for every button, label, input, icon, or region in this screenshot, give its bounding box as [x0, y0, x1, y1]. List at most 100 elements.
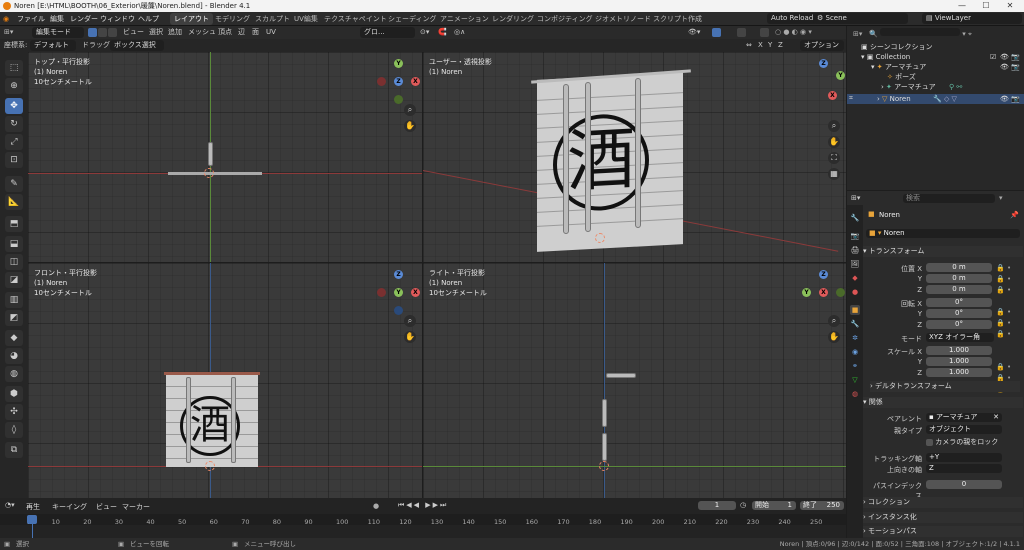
mirror-y[interactable]: Y — [768, 39, 772, 52]
menu-render[interactable]: レンダー — [70, 12, 98, 26]
tab-uv[interactable]: UV編集 — [290, 13, 322, 25]
camera-render-icon[interactable]: 📷 — [1011, 62, 1020, 72]
zoom-icon[interactable]: ⌕ — [828, 120, 840, 132]
camera-render-icon[interactable]: 📷 — [1011, 94, 1020, 104]
proportional-icon[interactable]: ◎∧ — [454, 26, 465, 39]
physics-tab-icon[interactable]: ◉ — [850, 347, 860, 357]
tab-layout[interactable]: レイアウト — [170, 13, 213, 25]
gizmo-y-icon[interactable]: Y — [836, 71, 845, 80]
add-cube-tool-icon[interactable]: ⬒ — [5, 216, 23, 232]
smooth-tool-icon[interactable]: ◍ — [5, 366, 23, 382]
scale-z-field[interactable]: 1.000 — [926, 368, 992, 377]
parent-type-dropdown[interactable]: オブジェクト — [926, 425, 1002, 434]
section-collection[interactable]: › コレクション — [863, 497, 1023, 508]
blender-menu-icon[interactable]: ◉ — [3, 12, 9, 26]
menu-edge[interactable]: 辺 — [238, 26, 245, 39]
timeline-editor-icon[interactable]: ◔▾ — [5, 501, 15, 509]
viewport-top[interactable]: トップ・平行投影 (1) Noren 10センチメートル Y Z X ⌕ ✋ — [28, 52, 422, 262]
tab-shading[interactable]: シェーディング — [384, 13, 441, 25]
menu-add[interactable]: 追加 — [168, 26, 182, 39]
menu-face[interactable]: 面 — [252, 26, 259, 39]
location-x-field[interactable]: 0 m — [926, 263, 992, 272]
menu-edit[interactable]: 編集 — [50, 12, 64, 26]
menu-file[interactable]: ファイル — [17, 12, 45, 26]
tab-animation[interactable]: アニメーション — [436, 13, 493, 25]
camera-render-icon[interactable]: 📷 — [1011, 52, 1020, 62]
overlay-toggle-icon[interactable] — [737, 28, 746, 37]
menu-view[interactable]: ビュー — [123, 26, 144, 39]
tab-rendering[interactable]: レンダリング — [488, 13, 538, 25]
close-window-button[interactable]: ✕ — [998, 0, 1022, 12]
menu-select[interactable]: 選択 — [149, 26, 163, 39]
loop-cut-tool-icon[interactable]: ▥ — [5, 292, 23, 308]
mode-dropdown[interactable]: 編集モード — [32, 27, 84, 38]
camera-icon[interactable]: ⛶ — [828, 152, 840, 164]
gizmo-neg-z-icon[interactable] — [394, 306, 403, 315]
pan-hand-icon[interactable]: ✋ — [828, 331, 840, 343]
gizmo-x-icon[interactable]: X — [828, 91, 837, 100]
scale-y-field[interactable]: 1.000 — [926, 357, 992, 366]
render-tab-icon[interactable]: 📷 — [850, 231, 860, 241]
gizmo-z-icon[interactable]: Z — [394, 270, 403, 279]
snap-icon[interactable]: 🧲 — [438, 26, 447, 39]
section-delta-transform[interactable]: › デルタトランスフォーム — [870, 381, 1020, 392]
props-editor-icon[interactable]: ⊞▾ — [851, 194, 860, 202]
viewport-right[interactable]: ライト・平行投影 (1) Noren 10センチメートル Z Y X ⌕ ✋ — [423, 263, 846, 498]
viewport-front[interactable]: フロント・平行投影 (1) Noren 10センチメートル 酒 Z Y X ⌕ … — [28, 263, 422, 498]
poly-build-tool-icon[interactable]: ◆ — [5, 330, 23, 346]
scale-tool-icon[interactable]: ⤢ — [5, 134, 23, 150]
select-tool-icon[interactable]: ⬚ — [5, 60, 23, 76]
scene-selector[interactable]: ⚙ Scene — [813, 13, 908, 24]
editor-type-icon[interactable]: ⊞▾ — [4, 26, 13, 39]
current-frame-field[interactable]: 1 — [698, 501, 736, 510]
gizmo-x-icon[interactable]: X — [411, 77, 420, 86]
outliner-armature[interactable]: ▾ ✦ アーマチュア 👁 📷 — [847, 62, 1024, 72]
menu-keying[interactable]: キーイング — [52, 502, 87, 512]
pass-index-field[interactable]: 0 — [926, 480, 1002, 489]
extra-tool-icon[interactable]: ⧉ — [5, 442, 23, 458]
vertex-select-icon[interactable] — [88, 28, 97, 37]
menu-marker[interactable]: マーカー — [122, 502, 150, 512]
shear-tool-icon[interactable]: ✣ — [5, 404, 23, 420]
clear-parent-icon[interactable]: ✕ — [993, 413, 999, 422]
spin-tool-icon[interactable]: ◕ — [5, 348, 23, 364]
gizmo-z-icon[interactable]: Z — [819, 270, 828, 279]
menu-timeline-view[interactable]: ビュー — [96, 502, 117, 512]
transform-tool-icon[interactable]: ⊡ — [5, 152, 23, 168]
rotation-mode-dropdown[interactable]: XYZ オイラー角 — [926, 333, 994, 342]
camera-parent-lock-checkbox[interactable]: カメラの親をロック — [926, 437, 998, 447]
outliner-noren[interactable]: › ▽ Noren 🔧 ◇ ▽ 👁 📷 — [847, 94, 1024, 104]
gizmo-x-icon[interactable]: X — [819, 288, 828, 297]
scene-tab-icon[interactable]: ◆ — [850, 273, 860, 283]
scale-x-field[interactable]: 1.000 — [926, 346, 992, 355]
gizmo-neg-y-icon[interactable] — [394, 95, 403, 104]
auto-reload-button[interactable]: Auto Reload — [767, 13, 818, 24]
nav-gizmo[interactable]: Z Y X — [798, 268, 846, 318]
section-instancing[interactable]: › インスタンス化 — [863, 512, 1023, 523]
measure-tool-icon[interactable]: 📐 — [5, 194, 23, 210]
mirror-icon[interactable]: ⇔ — [746, 39, 752, 52]
tab-compositing[interactable]: コンポジティング — [533, 13, 597, 25]
inset-tool-icon[interactable]: ◫ — [5, 254, 23, 270]
track-axis-dropdown[interactable]: +Y — [926, 453, 1002, 462]
outliner-pose[interactable]: ✧ ポーズ — [847, 72, 1024, 82]
props-options-icon[interactable]: ▾ — [999, 194, 1003, 202]
face-select-icon[interactable] — [108, 28, 117, 37]
outliner-collection[interactable]: ▾ ▣ Collection ☑ 👁 📷 — [847, 52, 1024, 62]
maximize-button[interactable]: ☐ — [974, 0, 998, 12]
pan-hand-icon[interactable]: ✋ — [404, 331, 416, 343]
pin-icon[interactable]: 📌 — [1010, 211, 1019, 219]
shading-modes-icon[interactable]: ○ ● ◐ ◉ ▾ — [775, 26, 812, 39]
extrude-tool-icon[interactable]: ⬓ — [5, 236, 23, 252]
knife-tool-icon[interactable]: ◩ — [5, 310, 23, 326]
playback-controls[interactable]: ⏮◀◀ ▶▶⏭ — [398, 501, 448, 510]
gizmo-y-icon[interactable]: Y — [394, 59, 403, 68]
tool-tab-icon[interactable]: 🔧 — [850, 213, 860, 223]
view-layer-tab-icon[interactable]: 🖼 — [850, 259, 860, 269]
minimize-button[interactable]: — — [950, 0, 974, 12]
tab-modeling[interactable]: モデリング — [211, 13, 254, 25]
gizmo-z-icon[interactable]: Z — [394, 77, 403, 86]
zoom-icon[interactable]: ⌕ — [404, 315, 416, 327]
particles-tab-icon[interactable]: ✲ — [850, 333, 860, 343]
record-icon[interactable]: ● — [373, 502, 379, 510]
